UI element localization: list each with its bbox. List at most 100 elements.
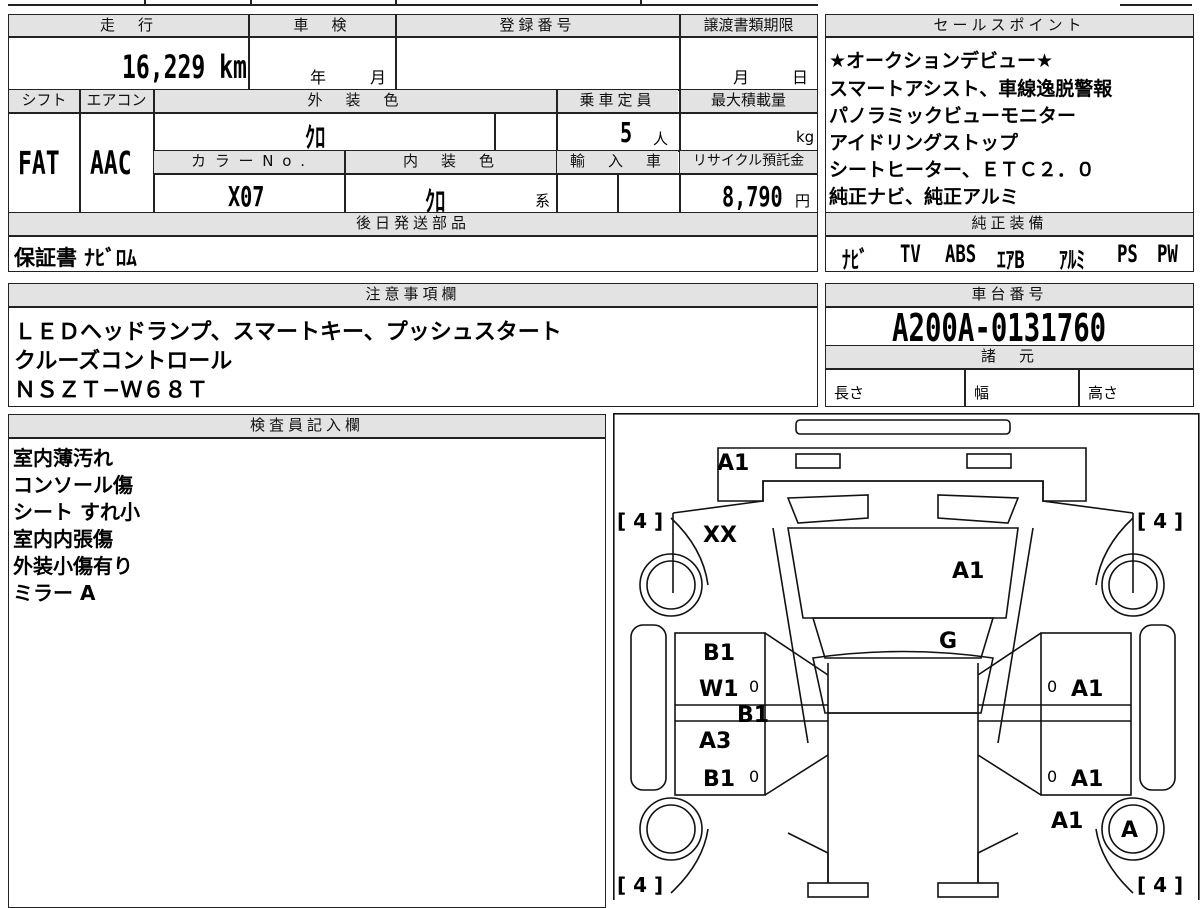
later-parts-value: 保証書 ﾅﾋﾞﾛﾑ <box>14 246 137 270</box>
genuine-equipment-header: 純正装備 <box>826 213 1193 235</box>
chassis-header: 車台番号 <box>826 284 1193 306</box>
sales-point-3: パノラミックビューモニター <box>829 105 1077 127</box>
equipment-ps: PS <box>1117 240 1138 268</box>
front-fender-lines <box>787 832 1019 883</box>
inspector-note-2: コンソール傷 <box>13 473 133 497</box>
spec-width: 幅 <box>974 384 990 402</box>
grid-line <box>826 36 1193 38</box>
wheel-rear-left <box>639 553 703 617</box>
sales-point-5: シートヒーター、ＥＴＣ２．０ <box>829 159 1095 181</box>
equipment-alloy: ｱﾙﾐ <box>1059 246 1085 274</box>
mark-a1-roof: A1 <box>952 559 985 584</box>
sales-point-4: アイドリングストップ <box>829 132 1019 154</box>
inspector-note-6: ミラー A <box>13 581 96 605</box>
sales-point-2: スマートアシスト、車線逸脱警報 <box>829 78 1113 100</box>
inspection-month: 月 <box>370 68 387 87</box>
tread-depth-rear-right: [ 4 ] <box>1137 509 1184 533</box>
front-grille-right <box>937 882 999 898</box>
inspector-header: 検査員記入欄 <box>9 415 605 437</box>
mark-xx: XX <box>703 523 737 548</box>
notes-header: 注意事項欄 <box>9 284 817 306</box>
grid-line <box>826 368 1193 370</box>
grid-line <box>154 173 817 175</box>
mark-w1-left-rear-door: W1 <box>699 677 739 702</box>
grid-line <box>494 112 496 150</box>
mark-b1-left-front-door: B1 <box>703 767 736 792</box>
rear-bumper <box>717 447 1087 502</box>
top-strip-divider <box>250 0 252 5</box>
shift-header: シフト <box>9 90 79 112</box>
mark-a1-right-fender: A1 <box>1051 809 1084 834</box>
equipment-abs: ABS <box>945 240 977 268</box>
car-damage-diagram: A1 XX A1 G B1 W1 B1 A3 B1 A1 A1 A1 A 0 0… <box>613 413 1200 908</box>
sales-point-1: ★オークションデビュー★ <box>829 50 1054 72</box>
recycle-header: リサイクル預託金 <box>680 151 817 173</box>
zero-left-front: 0 <box>749 767 760 786</box>
right-skirt <box>1139 624 1176 791</box>
grid-line <box>9 235 817 237</box>
equipment-tv: TV <box>900 240 921 268</box>
aircon-value: AAC <box>90 144 132 182</box>
grid-line <box>9 306 817 308</box>
inspector-note-5: 外装小傷有り <box>13 554 133 578</box>
max-load-unit: kg <box>796 128 815 146</box>
top-strip-line-right <box>1120 4 1192 6</box>
note-line-3: ＮＳＺＴ−Ｗ６８Ｔ <box>14 378 209 403</box>
capacity-value: 5 <box>620 116 633 149</box>
grid-line <box>617 173 619 212</box>
color-no-value: X07 <box>228 180 265 213</box>
wheel-rear-left-inner <box>646 560 696 610</box>
sales-points-header: セールスポイント <box>826 15 1193 36</box>
car-outline-svg <box>613 413 1200 908</box>
rear-lamp-left <box>786 494 869 524</box>
top-strip-divider <box>395 0 397 5</box>
registration-header: 登録番号 <box>396 15 679 36</box>
color-no-header: カ ラ ー N o . <box>154 151 344 173</box>
wheel-front-left-inner <box>646 804 696 854</box>
mark-a-right-front-wheel: A <box>1121 818 1139 843</box>
inspector-note-3: シート すれ小 <box>13 500 140 524</box>
top-strip-divider <box>640 0 642 5</box>
exterior-color-header: 外 装 色 <box>154 90 556 112</box>
grid-line <box>395 15 397 90</box>
tread-depth-rear-left: [ 4 ] <box>617 509 664 533</box>
spec-height: 高さ <box>1088 384 1119 402</box>
rear-quarter <box>672 480 1134 514</box>
zero-right-rear: 0 <box>1047 677 1058 696</box>
inspector-note-4: 室内内張傷 <box>13 527 113 551</box>
grid-line <box>344 151 346 212</box>
spec-length: 長さ <box>834 384 865 402</box>
mileage-header: 走 行 <box>9 15 248 36</box>
rear-light-left <box>795 453 841 469</box>
grid-line <box>679 15 681 90</box>
rear-light-right <box>966 453 1012 469</box>
grid-line <box>826 235 1193 237</box>
mark-a1-right-rear-door: A1 <box>1071 677 1104 702</box>
a-pillars <box>772 527 1034 744</box>
grid-line <box>79 90 81 212</box>
deadline-day: 日 <box>792 68 809 87</box>
equipment-pw: PW <box>1157 240 1178 268</box>
top-strip-divider <box>144 0 146 5</box>
grid-line <box>9 437 605 439</box>
right-door-split <box>978 704 1131 722</box>
mark-g-windshield: G <box>939 629 958 654</box>
note-line-2: クルーズコントロール <box>14 349 233 374</box>
max-load-header: 最大積載量 <box>680 90 817 112</box>
zero-right-front: 0 <box>1047 767 1058 786</box>
wheel-front-left <box>639 797 703 861</box>
inspection-header: 車 検 <box>249 15 395 36</box>
inspector-note-1: 室内薄汚れ <box>13 446 113 470</box>
grid-line <box>248 15 250 90</box>
mileage-value: 16,229 km <box>122 48 247 86</box>
top-strip-line <box>8 4 818 6</box>
recycle-unit: 円 <box>795 192 811 210</box>
front-grille-left <box>807 882 869 898</box>
grid-line <box>964 368 966 406</box>
import-header: 輸 入 車 <box>557 151 678 173</box>
mark-a1-right-front-door: A1 <box>1071 767 1104 792</box>
zero-left-rear: 0 <box>749 677 760 696</box>
grid-line <box>9 112 817 114</box>
equipment-airbag: ｴｱB <box>997 246 1025 274</box>
capacity-unit: 人 <box>653 130 669 148</box>
